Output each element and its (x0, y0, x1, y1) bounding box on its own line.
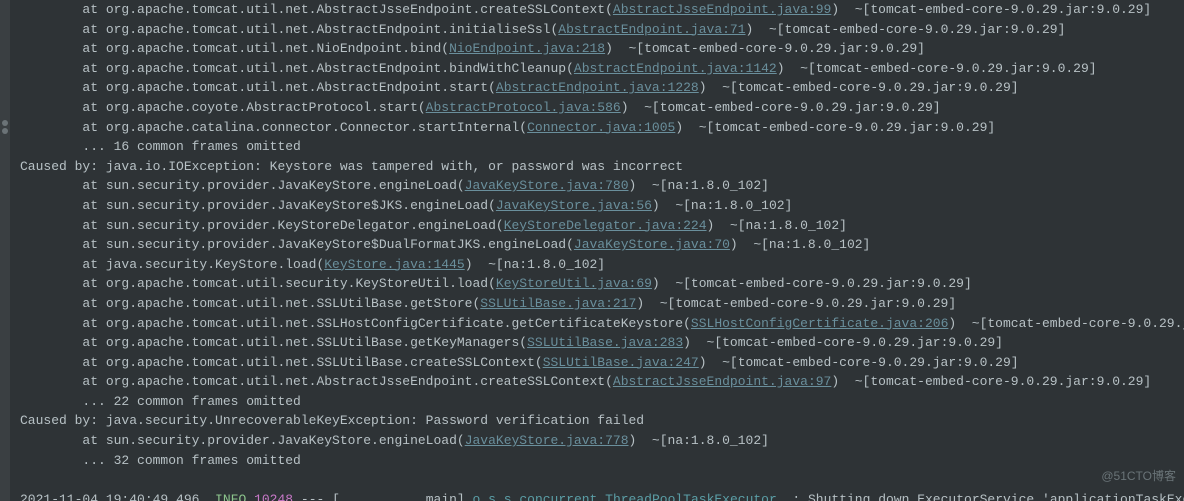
watermark: @51CTO博客 (1101, 467, 1176, 487)
frame-text: at org.apache.tomcat.util.net.SSLUtilBas… (20, 335, 527, 350)
frame-suffix: ) ~[tomcat-embed-core-9.0.29.jar:9.0.29] (777, 61, 1097, 76)
frames-omitted: ... 32 common frames omitted (20, 451, 1184, 471)
frame-suffix: ) ~[tomcat-embed-core-9.0.29.jar:9.0.29] (831, 2, 1151, 17)
stack-frame: at org.apache.tomcat.util.security.KeySt… (20, 274, 1184, 294)
frame-suffix: ) ~[tomcat-embed-core-9.0.29.jar:9.0.29] (699, 355, 1019, 370)
stack-frame: at org.apache.coyote.AbstractProtocol.st… (20, 98, 1184, 118)
log-message: : Shutting down ExecutorService 'applica… (777, 492, 1184, 501)
frame-text: at java.security.KeyStore.load( (20, 257, 324, 272)
frame-text: at sun.security.provider.KeyStoreDelegat… (20, 218, 504, 233)
stack-frame: at org.apache.tomcat.util.net.AbstractEn… (20, 59, 1184, 79)
frame-suffix: ) ~[tomcat-embed-core-9.0.29.jar:9.0.29] (652, 276, 972, 291)
frame-text: at org.apache.tomcat.util.net.AbstractEn… (20, 61, 574, 76)
frames-omitted: ... 22 common frames omitted (20, 392, 1184, 412)
frame-suffix: ) ~[na:1.8.0_102] (652, 198, 792, 213)
stack-frame: at org.apache.tomcat.util.net.SSLUtilBas… (20, 353, 1184, 373)
source-link[interactable]: AbstractEndpoint.java:1228 (496, 80, 699, 95)
source-link[interactable]: KeyStoreUtil.java:69 (496, 276, 652, 291)
caused-by: Caused by: java.io.IOException: Keystore… (20, 157, 1184, 177)
source-link[interactable]: JavaKeyStore.java:778 (465, 433, 629, 448)
source-link[interactable]: JavaKeyStore.java:70 (574, 237, 730, 252)
source-link[interactable]: AbstractEndpoint.java:1142 (574, 61, 777, 76)
stack-frame: at org.apache.tomcat.util.net.AbstractEn… (20, 78, 1184, 98)
frame-text: at sun.security.provider.JavaKeyStore$JK… (20, 198, 496, 213)
frame-text: at sun.security.provider.JavaKeyStore.en… (20, 178, 465, 193)
stack-frame: at org.apache.tomcat.util.net.SSLUtilBas… (20, 333, 1184, 353)
pid: 10248 (254, 492, 293, 501)
frame-suffix: ) ~[tomcat-embed-core-9.0.29.jar:9.0.29] (699, 80, 1019, 95)
frame-text: at org.apache.tomcat.util.net.SSLUtilBas… (20, 355, 543, 370)
frame-text: at sun.security.provider.JavaKeyStore$Du… (20, 237, 574, 252)
frame-suffix: ) ~[tomcat-embed-core-9.0.29.jar:9.0.29] (621, 100, 941, 115)
source-link[interactable]: JavaKeyStore.java:56 (496, 198, 652, 213)
caused-by: Caused by: java.security.UnrecoverableKe… (20, 411, 1184, 431)
stack-frame: at org.apache.tomcat.util.net.SSLUtilBas… (20, 294, 1184, 314)
frame-text: at org.apache.tomcat.util.net.AbstractJs… (20, 374, 613, 389)
stack-frame: at sun.security.provider.JavaKeyStore.en… (20, 431, 1184, 451)
timestamp: 2021-11-04 19:40:49.496 (20, 492, 199, 501)
frame-text: at org.apache.tomcat.util.net.NioEndpoin… (20, 41, 449, 56)
frame-suffix: ) ~[tomcat-embed-core-9.0.29.jar:9.0.29] (636, 296, 956, 311)
stack-frame: at org.apache.tomcat.util.net.AbstractJs… (20, 372, 1184, 392)
source-link[interactable]: SSLUtilBase.java:217 (480, 296, 636, 311)
source-link[interactable]: JavaKeyStore.java:780 (465, 178, 629, 193)
stack-frame: at sun.security.provider.KeyStoreDelegat… (20, 216, 1184, 236)
separator: --- [ (293, 492, 340, 501)
frame-suffix: ) ~[tomcat-embed-core-9.0.29.jar:9.0.29] (683, 335, 1003, 350)
frame-text: at org.apache.tomcat.util.net.AbstractEn… (20, 80, 496, 95)
frame-text: at org.apache.tomcat.util.net.SSLHostCon… (20, 316, 691, 331)
source-link[interactable]: NioEndpoint.java:218 (449, 41, 605, 56)
frame-suffix: ) ~[tomcat-embed-core-9.0.29.jar:9.0.29] (675, 120, 995, 135)
log-line: 2021-11-04 19:40:49.496 INFO 10248 --- [… (20, 490, 1184, 501)
log-level: INFO (215, 492, 246, 501)
source-link[interactable]: AbstractJsseEndpoint.java:99 (613, 2, 831, 17)
frame-suffix: ) ~[na:1.8.0_102] (629, 178, 769, 193)
frame-suffix: ) ~[na:1.8.0_102] (707, 218, 847, 233)
stack-frame: at sun.security.provider.JavaKeyStore$Du… (20, 235, 1184, 255)
frame-suffix: ) ~[na:1.8.0_102] (465, 257, 605, 272)
source-link[interactable]: Connector.java:1005 (527, 120, 675, 135)
frame-suffix: ) ~[na:1.8.0_102] (629, 433, 769, 448)
stack-frame: at java.security.KeyStore.load(KeyStore.… (20, 255, 1184, 275)
source-link[interactable]: SSLHostConfigCertificate.java:206 (691, 316, 948, 331)
frames-omitted: ... 16 common frames omitted (20, 137, 1184, 157)
stack-frame: at org.apache.catalina.connector.Connect… (20, 118, 1184, 138)
frame-text: at org.apache.tomcat.util.net.SSLUtilBas… (20, 296, 480, 311)
source-link[interactable]: AbstractJsseEndpoint.java:97 (613, 374, 831, 389)
gutter (0, 0, 10, 501)
stack-frame: at org.apache.tomcat.util.net.AbstractJs… (20, 0, 1184, 20)
frame-text: at org.apache.tomcat.util.net.AbstractEn… (20, 22, 558, 37)
stack-frame: at org.apache.tomcat.util.net.AbstractEn… (20, 20, 1184, 40)
frame-suffix: ) ~[tomcat-embed-core-9.0.29.jar:9.0.29] (605, 41, 925, 56)
source-link[interactable]: SSLUtilBase.java:247 (543, 355, 699, 370)
logger-name[interactable]: o.s.s.concurrent.ThreadPoolTaskExecutor (473, 492, 777, 501)
source-link[interactable]: KeyStore.java:1445 (324, 257, 464, 272)
frame-text: at org.apache.catalina.connector.Connect… (20, 120, 527, 135)
stack-frame: at sun.security.provider.JavaKeyStore.en… (20, 176, 1184, 196)
terminal-output: at org.apache.tomcat.util.net.AbstractJs… (0, 0, 1184, 501)
frame-suffix: ) ~[na:1.8.0_102] (730, 237, 870, 252)
frame-suffix: ) ~[tomcat-embed-core-9.0.29.jar:9.0.29] (948, 316, 1184, 331)
stack-frame: at sun.security.provider.JavaKeyStore$JK… (20, 196, 1184, 216)
source-link[interactable]: AbstractEndpoint.java:71 (558, 22, 745, 37)
frame-text: at sun.security.provider.JavaKeyStore.en… (20, 433, 465, 448)
frame-suffix: ) ~[tomcat-embed-core-9.0.29.jar:9.0.29] (831, 374, 1151, 389)
frame-text: at org.apache.coyote.AbstractProtocol.st… (20, 100, 426, 115)
source-link[interactable]: SSLUtilBase.java:283 (527, 335, 683, 350)
frame-text: at org.apache.tomcat.util.net.AbstractJs… (20, 2, 613, 17)
source-link[interactable]: AbstractProtocol.java:586 (426, 100, 621, 115)
frame-text: at org.apache.tomcat.util.security.KeySt… (20, 276, 496, 291)
frame-suffix: ) ~[tomcat-embed-core-9.0.29.jar:9.0.29] (746, 22, 1066, 37)
stack-frame: at org.apache.tomcat.util.net.NioEndpoin… (20, 39, 1184, 59)
source-link[interactable]: KeyStoreDelegator.java:224 (504, 218, 707, 233)
stack-frame: at org.apache.tomcat.util.net.SSLHostCon… (20, 314, 1184, 334)
thread: main] (340, 492, 473, 501)
